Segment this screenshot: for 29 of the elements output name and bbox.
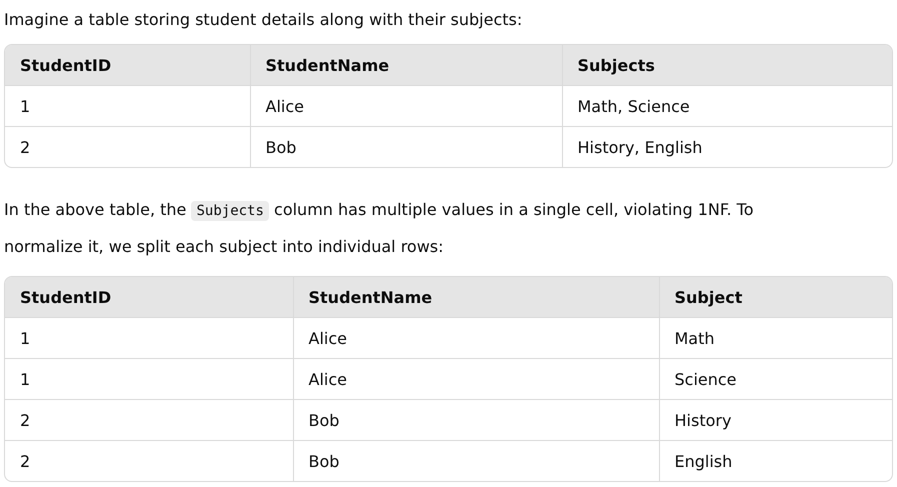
table-cell: History <box>659 400 892 440</box>
table-cell: 2 <box>5 440 293 481</box>
table-cell: 2 <box>5 400 293 440</box>
table-cell: Bob <box>293 400 659 440</box>
column-header: Subject <box>659 277 892 318</box>
paragraph-text: normalize it, we split each subject into individual rows: <box>4 237 444 256</box>
paragraph-text: In the above table, the <box>4 200 186 219</box>
table-cell: 1 <box>5 358 293 400</box>
column-header: StudentName <box>293 277 659 318</box>
column-header: StudentID <box>5 277 293 318</box>
column-header: StudentName <box>250 45 562 86</box>
table-cell: Science <box>659 358 892 400</box>
intro-text: Imagine a table storing student details along with their subjects: <box>4 9 524 31</box>
inline-code: Subjects <box>191 201 269 221</box>
table-cell: Alice <box>293 358 659 400</box>
column-header: Subjects <box>562 45 892 86</box>
table-cell: Alice <box>250 86 562 126</box>
table-cell: Bob <box>293 440 659 481</box>
table-cell: Bob <box>250 126 562 167</box>
column-header: StudentID <box>5 45 250 86</box>
table-cell: History, English <box>562 126 892 167</box>
paragraph-text: column has multiple values in a single cell, violating 1NF. To <box>274 200 754 219</box>
table-cell: English <box>659 440 892 481</box>
table-cell: Math, Science <box>562 86 892 126</box>
table-cell: Math <box>659 318 892 358</box>
table-cell: 1 <box>5 86 250 126</box>
table-cell: Alice <box>293 318 659 358</box>
table-cell: 1 <box>5 318 293 358</box>
table-cell: 2 <box>5 126 250 167</box>
